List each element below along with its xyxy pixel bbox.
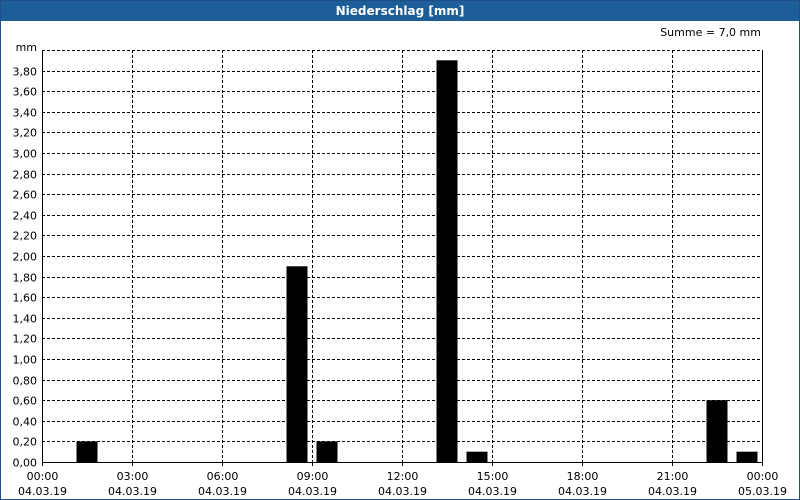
x-tick-time-label: 15:00 xyxy=(477,470,509,483)
y-tick-label: 3,60 xyxy=(13,86,38,99)
x-tick-time-label: 03:00 xyxy=(117,470,149,483)
y-tick-label: 1,20 xyxy=(13,333,38,346)
precipitation-bar xyxy=(286,266,308,462)
y-tick-label: 0,40 xyxy=(13,416,38,429)
y-tick-label: 3,80 xyxy=(13,66,38,79)
x-tick-time-label: 09:00 xyxy=(297,470,329,483)
precipitation-bar xyxy=(736,451,758,462)
x-tick-date-label: 04.03.19 xyxy=(288,485,337,498)
x-tick-date-label: 04.03.19 xyxy=(108,485,157,498)
x-tick-time-label: 12:00 xyxy=(387,470,419,483)
precipitation-bar xyxy=(706,400,728,462)
x-tick-date-label: 04.03.19 xyxy=(648,485,697,498)
precipitation-bar xyxy=(76,441,98,462)
x-tick-date-label: 04.03.19 xyxy=(198,485,247,498)
y-tick-label: 0,60 xyxy=(13,395,38,408)
x-tick-date-label: 05.03.19 xyxy=(738,485,787,498)
x-tick-time-label: 00:00 xyxy=(27,470,59,483)
x-tick-date-label: 04.03.19 xyxy=(468,485,517,498)
precipitation-bar xyxy=(316,441,338,462)
x-tick-time-label: 00:00 xyxy=(747,470,779,483)
x-tick-time-label: 06:00 xyxy=(207,470,239,483)
precipitation-bar xyxy=(436,60,458,463)
y-tick-label: 2,60 xyxy=(13,189,38,202)
y-tick-label: 3,20 xyxy=(13,127,38,140)
chart-window: Niederschlag [mm] Summe = 7,0 mm 0,00 0,2… xyxy=(0,0,800,500)
y-tick-label: 2,20 xyxy=(13,230,38,243)
y-axis-label: mm xyxy=(16,41,37,54)
y-tick-label: 3,00 xyxy=(13,148,38,161)
x-tick-time-label: 21:00 xyxy=(657,470,689,483)
y-tick-label: 1,40 xyxy=(13,313,38,326)
x-tick-date-label: 04.03.19 xyxy=(558,485,607,498)
y-tick-label: 2,00 xyxy=(13,251,38,264)
y-tick-label: 0,00 xyxy=(13,457,38,470)
x-tick-date-label: 04.03.19 xyxy=(378,485,427,498)
y-tick-label: 1,60 xyxy=(13,292,38,305)
precipitation-bar xyxy=(466,451,488,462)
y-tick-label: 2,80 xyxy=(13,169,38,182)
y-tick-label: 3,40 xyxy=(13,107,38,120)
y-tick-label: 1,00 xyxy=(13,354,38,367)
x-tick-time-label: 18:00 xyxy=(567,470,599,483)
x-tick-date-label: 04.03.19 xyxy=(18,485,67,498)
y-tick-label: 0,80 xyxy=(13,375,38,388)
y-tick-label: 1,80 xyxy=(13,272,38,285)
y-tick-label: 0,20 xyxy=(13,436,38,449)
y-tick-label: 2,40 xyxy=(13,210,38,223)
precipitation-chart: 0,00 0,20 0,40 0,60 0,80 1,00 1,20 1,40 1,60 1,80… xyxy=(13,41,787,498)
